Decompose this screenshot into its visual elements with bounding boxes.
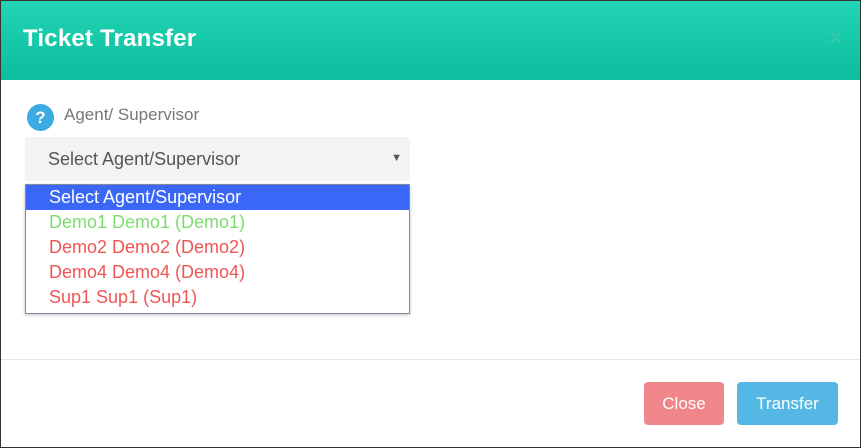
agent-supervisor-select[interactable]: Select Agent/Supervisor ▼ xyxy=(25,137,410,181)
close-button[interactable]: Close xyxy=(644,382,724,425)
select-current-value: Select Agent/Supervisor xyxy=(48,149,241,169)
question-circle-icon[interactable]: ? xyxy=(27,104,54,131)
modal-title: Ticket Transfer xyxy=(23,25,197,52)
dropdown-option[interactable]: Demo4 Demo4 (Demo4) xyxy=(26,260,409,285)
close-icon[interactable]: × xyxy=(829,25,842,51)
dropdown-arrow-icon: ▼ xyxy=(391,152,402,164)
agent-supervisor-dropdown: Select Agent/Supervisor Demo1 Demo1 (Dem… xyxy=(25,184,410,314)
ticket-transfer-modal: Ticket Transfer × ? Agent/ Supervisor Se… xyxy=(0,0,861,448)
modal-header: Ticket Transfer × xyxy=(1,1,860,80)
dropdown-option[interactable]: Sup1 Sup1 (Sup1) xyxy=(26,285,409,310)
footer-divider xyxy=(1,359,860,360)
dropdown-option[interactable]: Demo2 Demo2 (Demo2) xyxy=(26,235,409,260)
dropdown-option[interactable]: Demo1 Demo1 (Demo1) xyxy=(26,210,409,235)
agent-supervisor-label: Agent/ Supervisor xyxy=(64,105,200,124)
dropdown-option[interactable]: Select Agent/Supervisor xyxy=(26,185,409,210)
transfer-button[interactable]: Transfer xyxy=(737,382,838,425)
